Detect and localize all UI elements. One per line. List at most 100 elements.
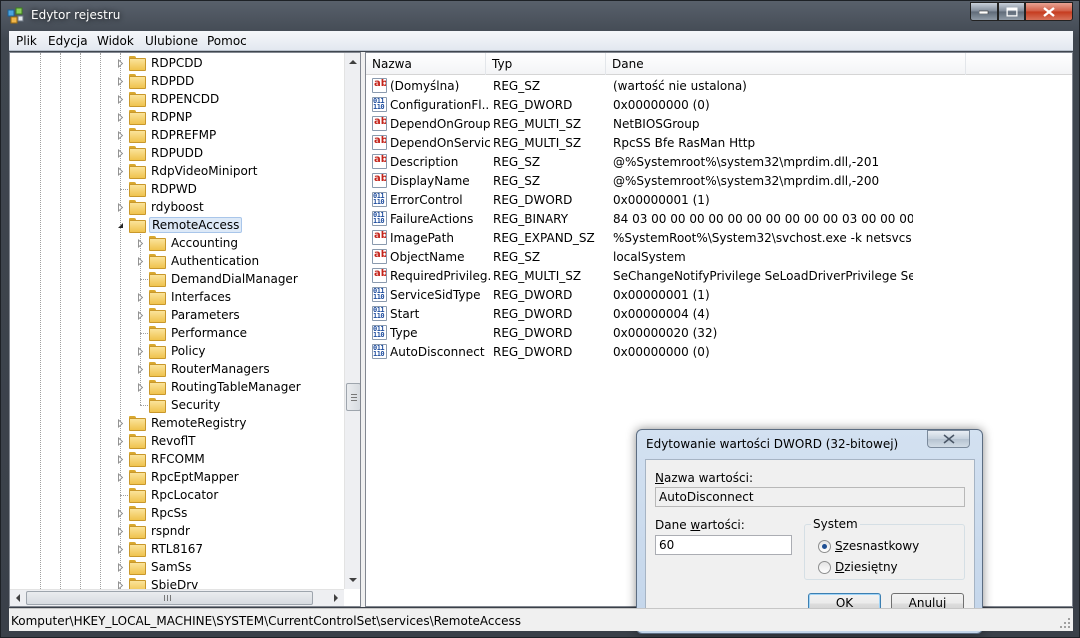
tree-item[interactable]: RoutingTableManager [136,378,303,396]
value-data-input[interactable]: 60 [655,535,792,555]
expand-arrow-icon[interactable] [116,166,125,176]
value-row[interactable]: ab RequiredPrivileg... REG_MULTI_SZ SeChang… [366,267,1072,286]
column-header-type[interactable]: Typ [486,53,606,75]
tree-item[interactable]: RemoteRegistry [116,414,248,432]
value-row[interactable]: ab DependOnGroup REG_MULTI_SZ NetBIOSGroup [366,115,1072,134]
tree-item[interactable]: RouterManagers [136,360,272,378]
value-row[interactable]: 011 110 Type REG_DWORD 0x00000020 (32) [366,324,1072,343]
menu-view[interactable]: Widok [97,34,134,48]
decimal-label[interactable]: Dziesiętny [835,560,898,574]
hexadecimal-radio[interactable] [818,540,831,553]
scroll-down-icon[interactable] [345,572,361,588]
expand-arrow-icon[interactable] [136,238,145,248]
tree-vertical-scrollbar[interactable] [344,53,361,589]
tree-vertical-thumb[interactable] [346,383,360,411]
tree-item[interactable]: SamSs [116,558,194,576]
tree-item[interactable]: RDPDD [116,72,196,90]
expand-arrow-icon[interactable] [116,454,125,464]
close-button[interactable] [1025,2,1073,21]
menu-favorites[interactable]: Ulubione [145,34,198,48]
tree-item[interactable]: SbieDrv [116,576,200,589]
title-bar[interactable]: Edytor rejestru [1,1,1079,31]
expand-arrow-icon[interactable] [136,292,145,302]
tree-item[interactable]: RDPREFMP [116,126,218,144]
tree-item[interactable]: RDPCDD [116,54,205,72]
resize-grip-icon[interactable] [1059,617,1071,629]
value-row[interactable]: ab DependOnService REG_MULTI_SZ RpcSS Bfe R… [366,134,1072,153]
scroll-right-icon[interactable] [328,590,344,606]
expand-arrow-icon[interactable] [116,436,125,446]
tree-item[interactable]: RFCOMM [116,450,207,468]
collapse-arrow-icon[interactable] [116,221,125,230]
tree-item[interactable]: Security [136,396,222,414]
tree-item[interactable]: rdyboost [116,198,206,216]
expand-arrow-icon[interactable] [116,580,125,589]
expand-arrow-icon[interactable] [116,202,125,212]
decimal-radio[interactable] [818,561,831,574]
expand-arrow-icon[interactable] [116,130,125,140]
expand-arrow-icon[interactable] [136,382,145,392]
expand-arrow-icon[interactable] [116,508,125,518]
expand-arrow-icon[interactable] [116,58,125,68]
expand-arrow-icon[interactable] [116,526,125,536]
value-row[interactable]: ab ObjectName REG_SZ localSystem [366,248,1072,267]
column-header-data[interactable]: Dane [606,53,966,75]
tree-item[interactable]: Accounting [136,234,240,252]
value-row[interactable]: 011 110 ErrorControl REG_DWORD 0x00000001 (1… [366,191,1072,210]
tree-item[interactable]: rspndr [116,522,192,540]
tree-item[interactable]: RpcSs [116,504,189,522]
value-row[interactable]: 011 110 ServiceSidType REG_DWORD 0x00000001 … [366,286,1072,305]
value-row[interactable]: 011 110 Start REG_DWORD 0x00000004 (4) [366,305,1072,324]
tree-item[interactable]: Performance [136,324,249,342]
expand-arrow-icon[interactable] [116,76,125,86]
expand-arrow-icon[interactable] [116,472,125,482]
tree-item[interactable]: RDPENCDD [116,90,221,108]
tree-item[interactable]: RemoteAccess [116,216,243,234]
column-header-name[interactable]: Nazwa [366,53,486,75]
value-row[interactable]: 011 110 FailureActions REG_BINARY 84 03 00 0… [366,210,1072,229]
value-row[interactable]: ab ImagePath REG_EXPAND_SZ %SystemRoot%\Sys… [366,229,1072,248]
tree-item[interactable]: RDPWD [116,180,199,198]
expand-arrow-icon[interactable] [136,364,145,374]
tree-item[interactable]: RevoflT [116,432,198,450]
value-row[interactable]: ab Description REG_SZ @%Systemroot%\system3… [366,153,1072,172]
value-row[interactable]: 011 110 AutoDisconnect REG_DWORD 0x00000000 … [366,343,1072,362]
maximize-button[interactable] [998,2,1025,21]
expand-arrow-icon[interactable] [116,94,125,104]
value-row[interactable]: 011 110 ConfigurationFl... REG_DWORD 0x00000… [366,96,1072,115]
expand-arrow-icon[interactable] [116,562,125,572]
tree-item[interactable]: RDPNP [116,108,194,126]
tree-horizontal-scrollbar[interactable] [10,589,344,606]
menu-help[interactable]: Pomoc [207,34,247,48]
scroll-left-icon[interactable] [10,590,26,606]
tree-item[interactable]: DemandDialManager [136,270,300,288]
value-row[interactable]: ab (Domyślna) REG_SZ (wartość nie ustalona) [366,77,1072,96]
key-tree-pane[interactable]: RDPCDD RDPDD RDPENCDD RDPNP RDPREFMP RDPUDD Rd… [9,52,361,607]
tree-item[interactable]: RTL8167 [116,540,205,558]
expand-arrow-icon[interactable] [116,112,125,122]
expand-arrow-icon[interactable] [136,256,145,266]
hexadecimal-label[interactable]: Szesnastkowy [835,539,919,553]
expand-arrow-icon[interactable] [136,310,145,320]
menu-edit[interactable]: Edycja [48,34,88,48]
dialog-close-button[interactable] [927,430,970,448]
tree-item[interactable]: RpcEptMapper [116,468,241,486]
value-row[interactable]: ab DisplayName REG_SZ @%Systemroot%\system3… [366,172,1072,191]
expand-arrow-icon[interactable] [116,148,125,158]
expand-arrow-icon[interactable] [116,418,125,428]
tree-item[interactable]: Authentication [136,252,261,270]
tree-item[interactable]: RpcLocator [116,486,220,504]
expand-arrow-icon[interactable] [136,346,145,356]
scroll-up-icon[interactable] [345,54,361,70]
minimize-button[interactable] [970,2,998,21]
tree-item[interactable]: RdpVideoMiniport [116,162,259,180]
tree-item[interactable]: Parameters [136,306,242,324]
tree-item[interactable]: RDPUDD [116,144,205,162]
tree-horizontal-thumb[interactable] [26,591,313,605]
tree-item[interactable]: Policy [136,342,208,360]
menu-file[interactable]: Plik [16,34,37,48]
tree-item[interactable]: Interfaces [136,288,233,306]
folder-icon [129,524,146,539]
expand-arrow-icon[interactable] [116,544,125,554]
close-icon [943,434,955,444]
